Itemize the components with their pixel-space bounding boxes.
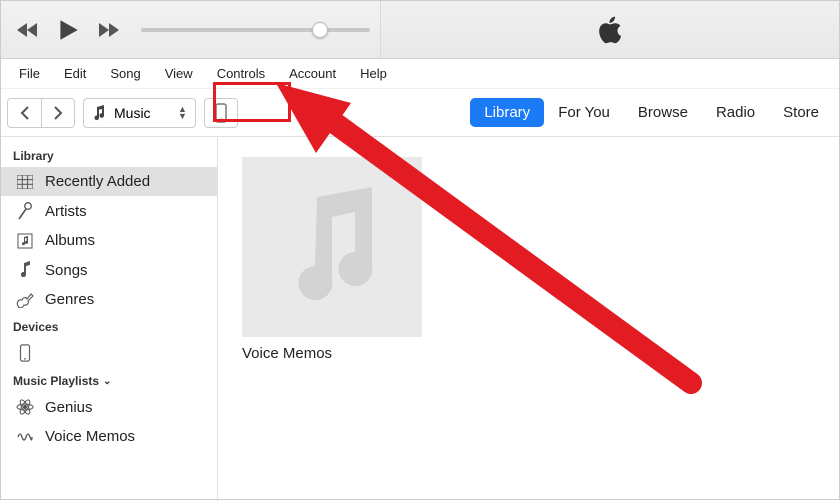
genius-icon <box>15 398 35 416</box>
sidebar-item-artists[interactable]: Artists <box>1 196 217 226</box>
tab-library[interactable]: Library <box>470 98 544 127</box>
next-track-icon <box>96 20 120 40</box>
guitar-icon <box>15 292 35 308</box>
nav-buttons <box>7 98 75 128</box>
forward-button[interactable] <box>41 98 75 128</box>
play-icon <box>55 17 81 43</box>
sidebar-item-label: Genius <box>45 399 93 416</box>
sidebar-item-label: Artists <box>45 203 87 220</box>
apple-logo-icon <box>596 13 624 47</box>
now-playing-area <box>381 1 839 58</box>
sidebar-item-recently-added[interactable]: Recently Added <box>1 167 217 196</box>
back-button[interactable] <box>7 98 41 128</box>
sidebar-item-device[interactable] <box>1 338 217 368</box>
sidebar-item-albums[interactable]: Albums <box>1 226 217 255</box>
menu-account[interactable]: Account <box>279 62 346 85</box>
body: Library Recently Added Artists Albums So… <box>1 137 839 501</box>
chevron-down-icon: ⌄ <box>103 376 111 387</box>
grid-icon <box>15 175 35 189</box>
sidebar-group-playlists[interactable]: Music Playlists ⌄ <box>1 368 217 392</box>
sidebar-group-library: Library <box>1 143 217 167</box>
sidebar-item-voice-memos[interactable]: Voice Memos <box>1 422 217 451</box>
sidebar-group-devices: Devices <box>1 314 217 338</box>
volume-slider[interactable] <box>141 16 370 44</box>
album-art <box>242 157 422 337</box>
sidebar-item-genres[interactable]: Genres <box>1 285 217 314</box>
menu-bar: File Edit Song View Controls Account Hel… <box>1 59 839 89</box>
tab-browse[interactable]: Browse <box>624 98 702 127</box>
source-label: Music <box>114 105 170 121</box>
content-area: Voice Memos <box>218 137 839 501</box>
device-button[interactable] <box>204 98 238 128</box>
toolbar: Music ▲▼ Library For You Browse Radio St… <box>1 89 839 137</box>
sidebar-item-label: Songs <box>45 262 88 279</box>
menu-song[interactable]: Song <box>100 62 150 85</box>
voice-icon <box>15 429 35 445</box>
play-button[interactable] <box>51 13 85 47</box>
source-dropdown[interactable]: Music ▲▼ <box>83 98 196 128</box>
titlebar <box>1 1 839 59</box>
tab-store[interactable]: Store <box>769 98 833 127</box>
phone-icon <box>215 103 227 123</box>
music-note-icon <box>92 105 106 121</box>
tab-radio[interactable]: Radio <box>702 98 769 127</box>
menu-file[interactable]: File <box>9 62 50 85</box>
sidebar-item-genius[interactable]: Genius <box>1 392 217 422</box>
volume-knob[interactable] <box>312 22 328 38</box>
menu-controls[interactable]: Controls <box>207 62 275 85</box>
sidebar-item-songs[interactable]: Songs <box>1 255 217 285</box>
sidebar: Library Recently Added Artists Albums So… <box>1 137 218 501</box>
mic-icon <box>15 202 35 220</box>
player-controls <box>1 1 381 58</box>
album-title: Voice Memos <box>242 345 422 362</box>
chevron-left-icon <box>20 106 30 120</box>
menu-edit[interactable]: Edit <box>54 62 96 85</box>
album-tile[interactable]: Voice Memos <box>242 157 422 362</box>
chevron-right-icon <box>53 106 63 120</box>
sidebar-item-label: Voice Memos <box>45 428 135 445</box>
next-button[interactable] <box>91 13 125 47</box>
note-icon <box>15 261 35 279</box>
prev-track-icon <box>16 20 40 40</box>
source-chevrons-icon: ▲▼ <box>178 106 187 120</box>
album-icon <box>15 233 35 249</box>
sidebar-item-label: Recently Added <box>45 173 150 190</box>
menu-view[interactable]: View <box>155 62 203 85</box>
previous-button[interactable] <box>11 13 45 47</box>
menu-help[interactable]: Help <box>350 62 397 85</box>
phone-icon <box>15 344 35 362</box>
view-tabs: Library For You Browse Radio Store <box>470 98 833 127</box>
placeholder-note-icon <box>277 187 387 307</box>
tab-for-you[interactable]: For You <box>544 98 624 127</box>
sidebar-item-label: Genres <box>45 291 94 308</box>
sidebar-item-label: Albums <box>45 232 95 249</box>
